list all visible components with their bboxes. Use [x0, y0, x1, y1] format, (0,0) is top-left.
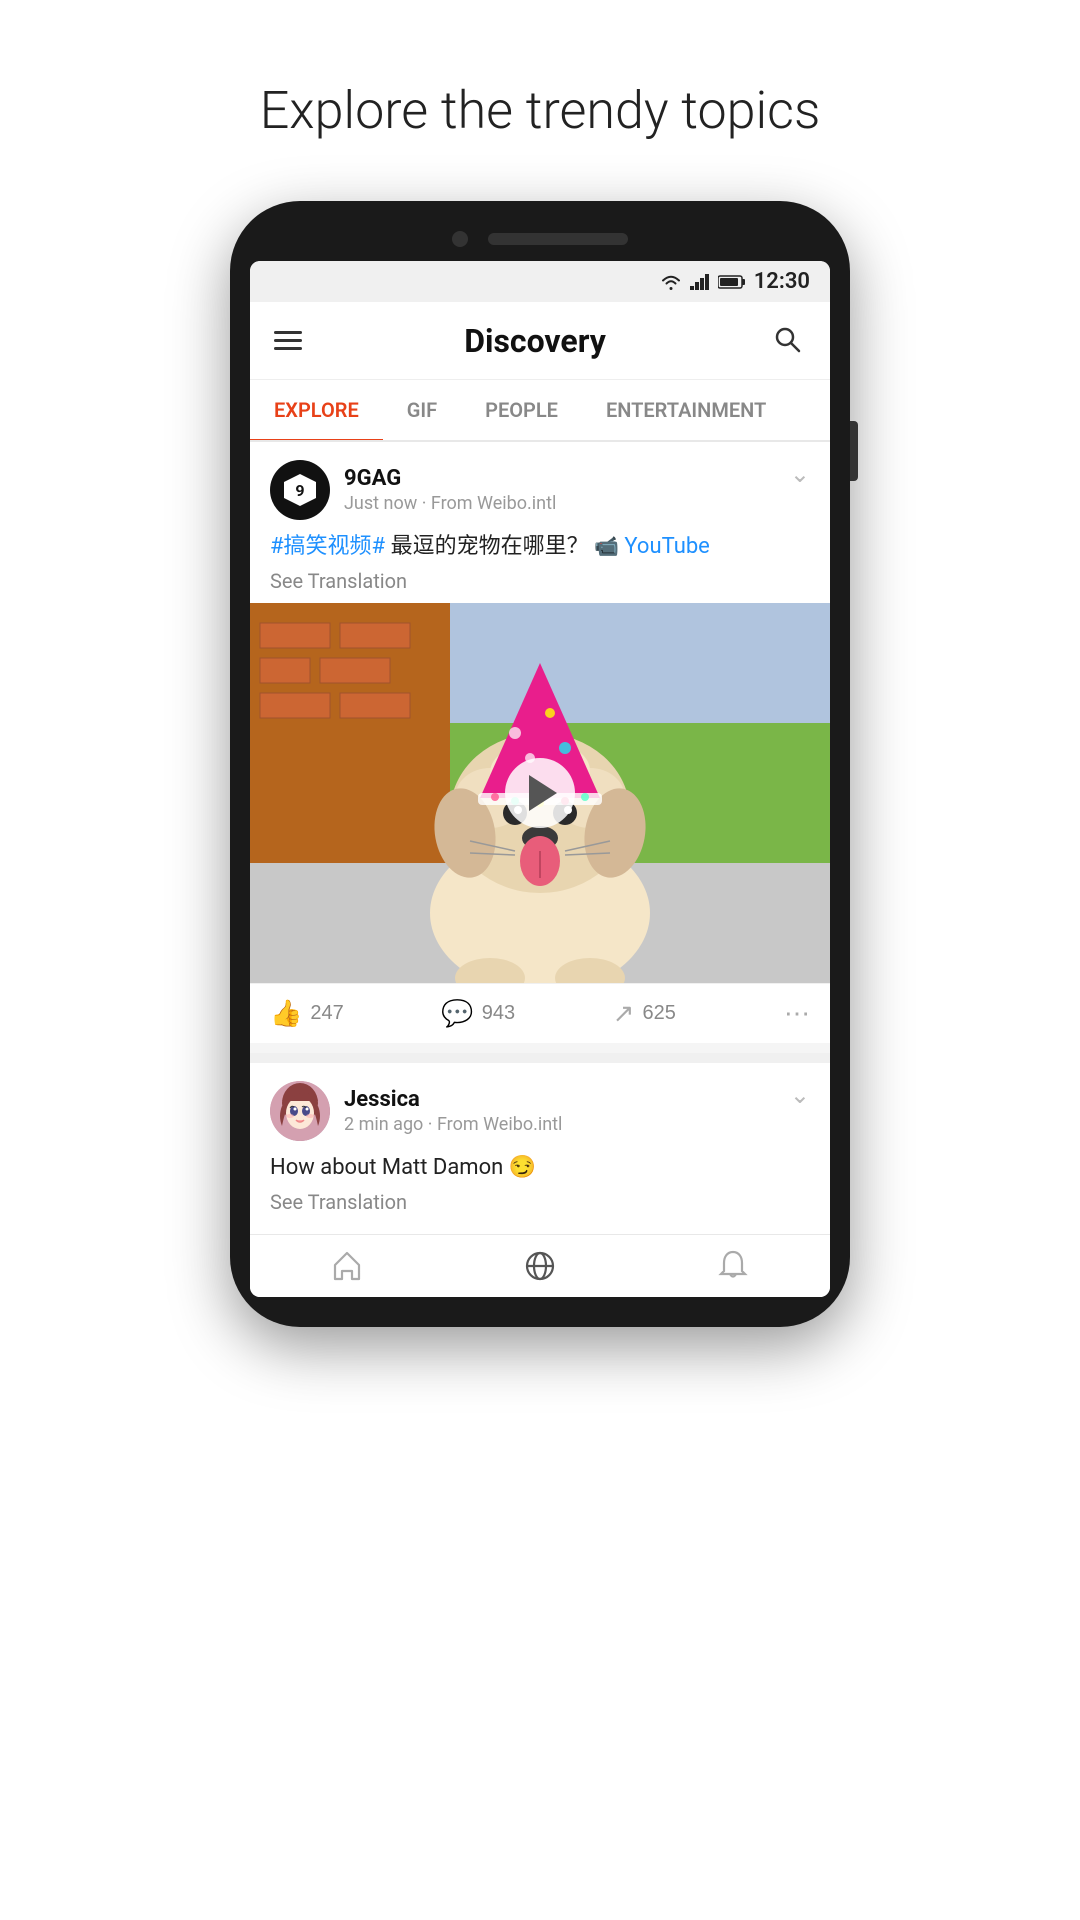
post-2-chevron-icon[interactable]: ⌄	[790, 1081, 810, 1109]
post-2-main-text: How about Matt Damon 😏	[270, 1155, 536, 1180]
post-1-hashtag[interactable]: #搞笑视频#	[270, 534, 385, 559]
app-header: Discovery	[250, 302, 830, 380]
wifi-icon	[660, 274, 682, 290]
status-icons: 12:30	[660, 269, 810, 294]
post-1-see-translation[interactable]: See Translation	[270, 569, 810, 593]
search-icon	[772, 324, 802, 354]
bottom-nav	[250, 1234, 830, 1297]
discover-icon	[523, 1249, 557, 1283]
repost-button[interactable]: ↗ 625	[613, 998, 784, 1029]
post-card-1: 9 9GAG Just now · From Weibo.intl ⌄ #搞笑视…	[250, 442, 830, 1043]
play-button[interactable]	[505, 758, 575, 828]
share-button[interactable]: ⋯	[784, 998, 810, 1029]
comment-count: 943	[482, 1002, 515, 1025]
phone-screen: 12:30 Discovery EXPLORE GIF PEOPLE E	[250, 261, 830, 1297]
comment-icon: 💬	[441, 998, 473, 1029]
tabs-bar: EXPLORE GIF PEOPLE ENTERTAINMENT	[250, 380, 830, 442]
hamburger-menu-button[interactable]	[274, 331, 302, 350]
post-1-text-main: 最逗的宠物在哪里？	[391, 534, 594, 559]
post-2-author-name: Jessica	[344, 1087, 562, 1112]
app-title: Discovery	[464, 322, 606, 360]
battery-icon	[718, 274, 746, 290]
home-icon	[330, 1249, 364, 1283]
like-count: 247	[310, 1002, 343, 1025]
tab-people[interactable]: PEOPLE	[461, 380, 582, 440]
avatar-9gag: 9	[270, 460, 330, 520]
nav-notifications[interactable]	[637, 1249, 830, 1283]
post-1-author: 9 9GAG Just now · From Weibo.intl	[270, 460, 556, 520]
repost-icon: ↗	[613, 998, 635, 1029]
svg-text:9: 9	[295, 481, 304, 500]
post-2-header: Jessica 2 min ago · From Weibo.intl ⌄	[250, 1063, 830, 1151]
post-2-author: Jessica 2 min ago · From Weibo.intl	[270, 1081, 562, 1141]
nav-discover[interactable]	[443, 1249, 636, 1283]
like-button[interactable]: 👍 247	[270, 998, 441, 1029]
phone-frame: 12:30 Discovery EXPLORE GIF PEOPLE E	[230, 201, 850, 1327]
post-1-content: #搞笑视频# 最逗的宠物在哪里？ 📹 YouTube See Translati…	[250, 530, 830, 603]
signal-icon	[690, 274, 710, 290]
post-1-chevron-icon[interactable]: ⌄	[790, 460, 810, 488]
post-2-author-info: Jessica 2 min ago · From Weibo.intl	[344, 1087, 562, 1135]
post-1-youtube-link[interactable]: YouTube	[624, 534, 709, 559]
post-2-text: How about Matt Damon 😏	[270, 1151, 810, 1184]
search-button[interactable]	[768, 320, 806, 361]
post-1-author-meta: Just now · From Weibo.intl	[344, 493, 556, 514]
tab-gif[interactable]: GIF	[383, 380, 461, 440]
post-1-header: 9 9GAG Just now · From Weibo.intl ⌄	[250, 442, 830, 530]
status-bar: 12:30	[250, 261, 830, 302]
post-card-2: Jessica 2 min ago · From Weibo.intl ⌄ Ho…	[250, 1063, 830, 1224]
tab-entertainment[interactable]: ENTERTAINMENT	[582, 380, 790, 440]
hamburger-line-3	[274, 347, 302, 350]
thumbs-up-icon: 👍	[270, 998, 302, 1029]
comment-button[interactable]: 💬 943	[441, 998, 612, 1029]
post-1-author-info: 9GAG Just now · From Weibo.intl	[344, 466, 556, 514]
video-camera-icon: 📹	[594, 534, 619, 558]
jessica-avatar-svg	[270, 1081, 330, 1141]
bell-icon	[716, 1249, 750, 1283]
share-icon: ⋯	[784, 998, 810, 1029]
post-1-text: #搞笑视频# 最逗的宠物在哪里？ 📹 YouTube	[270, 530, 810, 563]
phone-top-bar	[250, 231, 830, 247]
hamburger-line-1	[274, 331, 302, 334]
hamburger-line-2	[274, 339, 302, 342]
status-time: 12:30	[754, 269, 810, 294]
avatar-jessica	[270, 1081, 330, 1141]
post-2-author-meta: 2 min ago · From Weibo.intl	[344, 1114, 562, 1135]
9gag-logo: 9	[280, 470, 320, 510]
phone-side-button	[850, 421, 858, 481]
post-2-see-translation[interactable]: See Translation	[270, 1190, 810, 1214]
nav-home[interactable]	[250, 1249, 443, 1283]
feed: 9 9GAG Just now · From Weibo.intl ⌄ #搞笑视…	[250, 442, 830, 1224]
page-headline: Explore the trendy topics	[260, 80, 821, 141]
play-triangle-icon	[529, 775, 557, 811]
post-1-author-name: 9GAG	[344, 466, 556, 491]
phone-speaker	[488, 233, 628, 245]
phone-camera	[452, 231, 468, 247]
repost-count: 625	[642, 1002, 675, 1025]
section-divider	[250, 1053, 830, 1063]
post-2-content: How about Matt Damon 😏 See Translation	[250, 1151, 830, 1224]
post-1-video[interactable]	[250, 603, 830, 983]
video-thumbnail	[250, 603, 830, 983]
tab-explore[interactable]: EXPLORE	[250, 380, 383, 440]
post-1-actions: 👍 247 💬 943 ↗ 625 ⋯	[250, 983, 830, 1043]
